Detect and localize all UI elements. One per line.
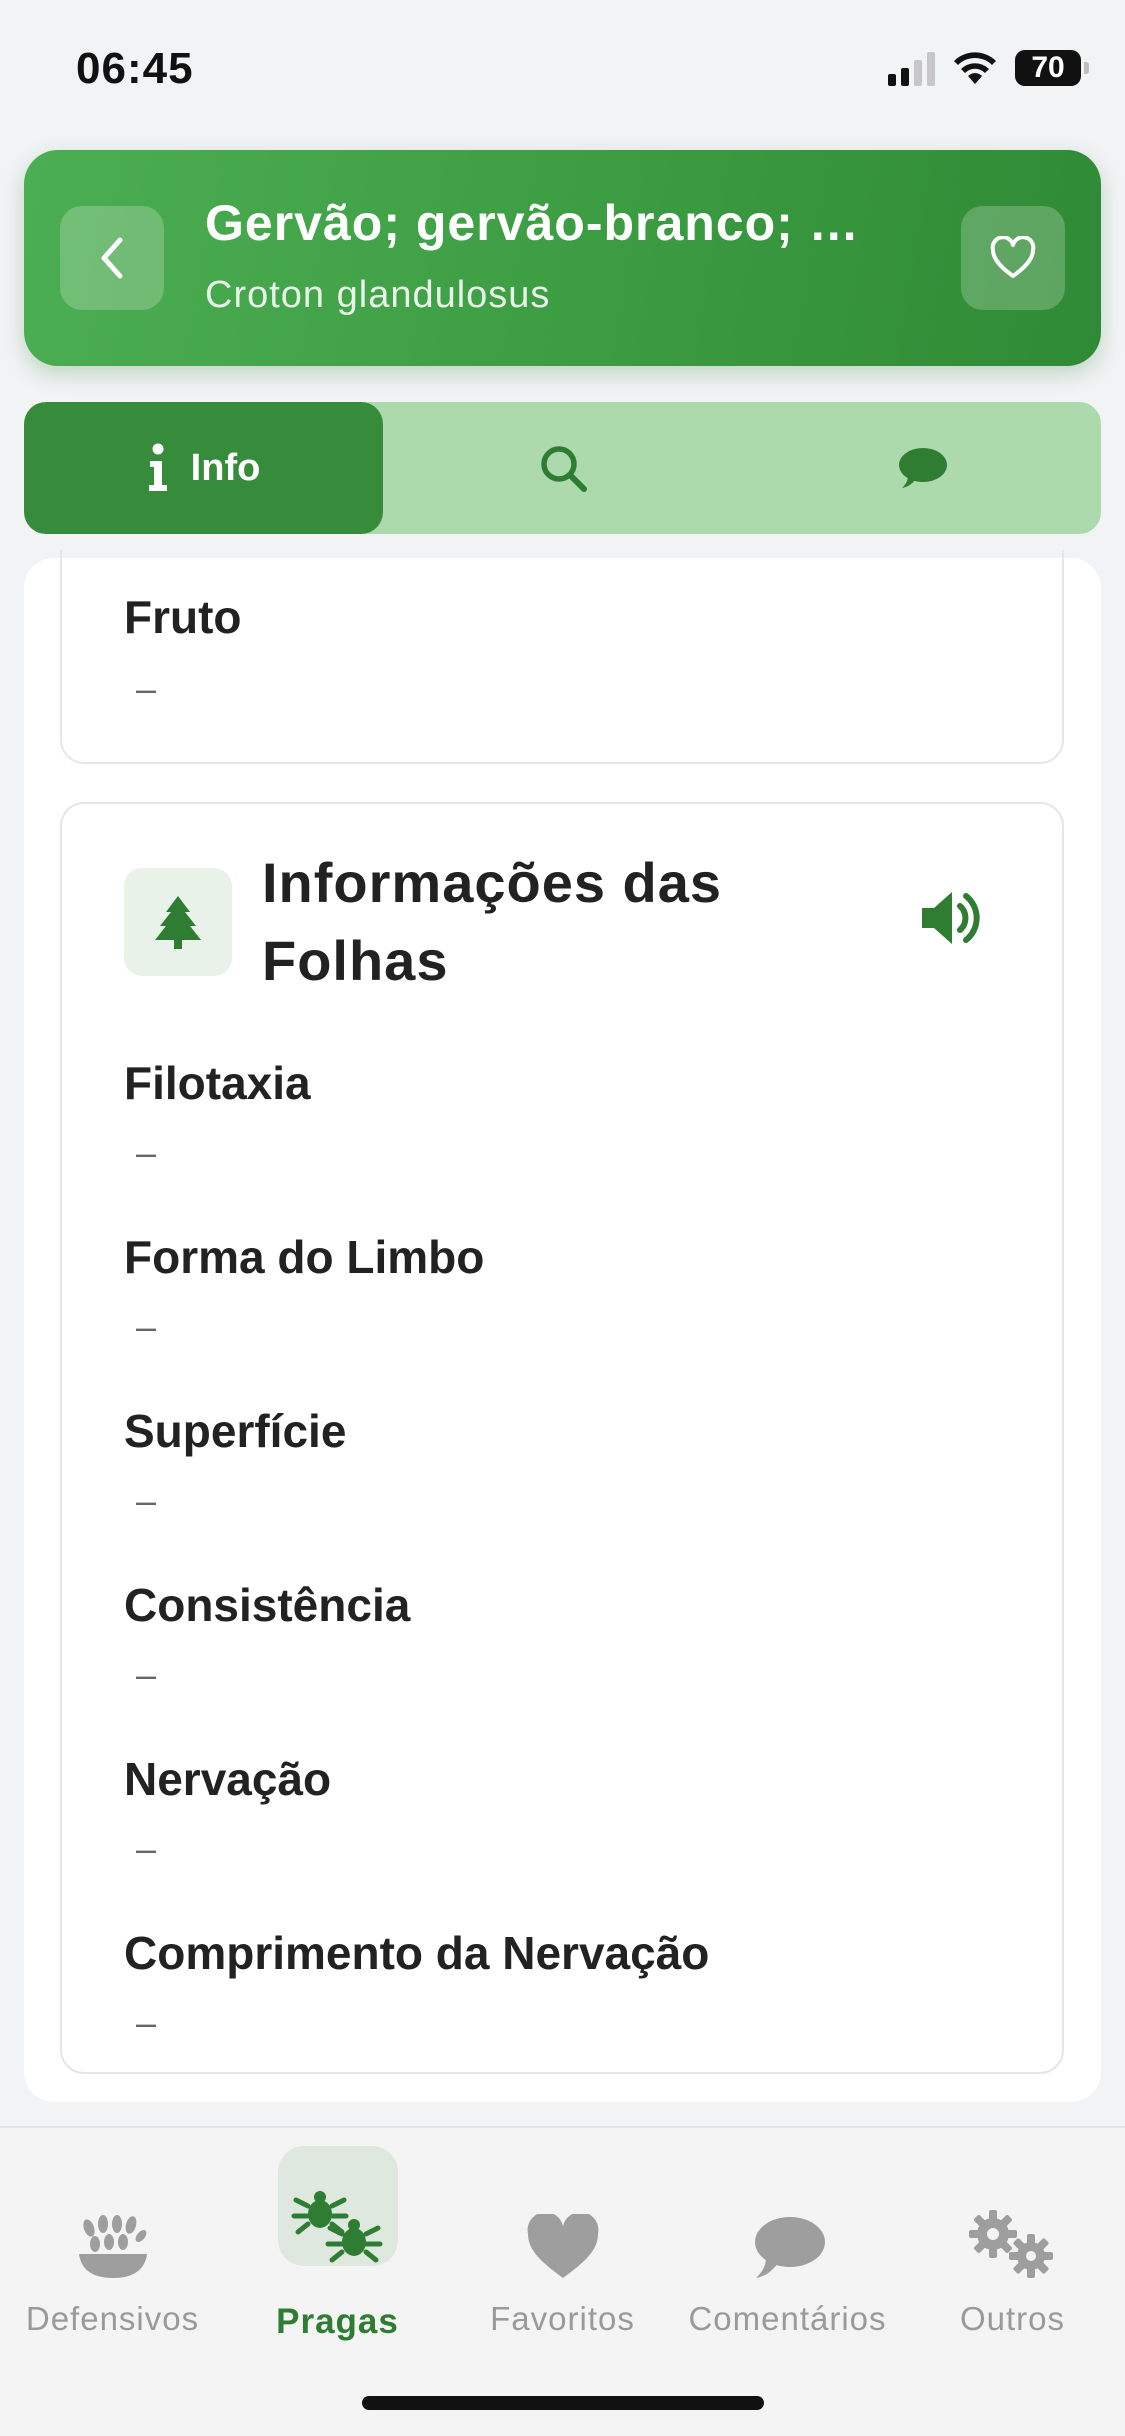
field-label-superficie: Superfície (124, 1405, 347, 1457)
search-icon (540, 446, 587, 492)
nav-item-outros[interactable]: Outros (900, 2128, 1125, 2348)
tab-info[interactable]: Info (24, 402, 383, 534)
field-label-nervacao: Nervação (124, 1753, 332, 1805)
nav-item-defensivos[interactable]: Defensivos (0, 2128, 225, 2348)
field-value-filotaxia: – (136, 1132, 157, 1173)
nav-label-outros: Outros (959, 2300, 1066, 2337)
fruit-card: Fruto – (60, 550, 1064, 764)
wifi-icon (954, 52, 996, 84)
nav-item-pragas[interactable]: Pragas (225, 2128, 450, 2348)
gears-icon (968, 2210, 1053, 2278)
home-indicator (362, 2396, 764, 2410)
field-value-forma-do-limbo: – (136, 1306, 157, 1347)
nav-label-comentarios: Comentários (688, 2300, 887, 2337)
field-value-consistencia: – (136, 1654, 157, 1695)
page-subtitle: Croton glandulosus (205, 274, 551, 316)
tab-comments[interactable] (742, 402, 1101, 534)
header-bar: Gervão; gervão-branco; … Croton glandulo… (24, 150, 1101, 366)
comment-icon (898, 448, 947, 488)
favorite-button[interactable] (961, 206, 1065, 310)
back-button[interactable] (60, 206, 164, 310)
chevron-left-icon (101, 237, 123, 279)
battery-icon: 70 (1015, 50, 1089, 86)
field-value-nervacao: – (136, 1828, 157, 1869)
field-label-comprimento-da-nervacao: Comprimento da Nervação (124, 1927, 710, 1979)
card-icon (124, 868, 232, 976)
bottom-nav: Defensivos Pragas Favoritos Comentários … (0, 2126, 1125, 2436)
field-value-comprimento-da-nervacao: – (136, 2002, 157, 2043)
nav-item-favoritos[interactable]: Favoritos (450, 2128, 675, 2348)
heart-outline-icon (990, 236, 1036, 278)
status-time: 06:45 (76, 44, 194, 93)
page-title: Gervão; gervão-branco; … (205, 195, 860, 251)
battery-level: 70 (1031, 51, 1065, 84)
field-label-filotaxia: Filotaxia (124, 1057, 311, 1109)
tab-info-label: Info (190, 446, 261, 489)
field-value-superficie: – (136, 1480, 157, 1521)
signal-icon (888, 50, 935, 86)
nav-item-comentarios[interactable]: Comentários (675, 2128, 900, 2348)
nav-label-pragas: Pragas (276, 2302, 399, 2341)
speak-button[interactable] (918, 888, 982, 953)
nav-label-favoritos: Favoritos (490, 2300, 635, 2337)
tab-search[interactable] (383, 402, 742, 534)
comment-icon (754, 2217, 825, 2278)
seeds-icon (78, 2215, 147, 2278)
field-label-forma-do-limbo: Forma do Limbo (124, 1231, 485, 1283)
field-value-fruto: – (136, 668, 157, 709)
info-icon (148, 443, 167, 491)
bugs-icon (291, 2191, 382, 2263)
field-label-consistencia: Consistência (124, 1579, 411, 1631)
speaker-icon (922, 892, 980, 944)
nav-label-defensivos: Defensivos (25, 2300, 200, 2337)
field-label-fruto: Fruto (124, 591, 242, 643)
heart-icon (527, 2214, 598, 2278)
tree-icon (155, 896, 201, 949)
content-panel: Fruto – Informações das Folhas Filotaxia… (24, 550, 1101, 2102)
status-icons: 70 (888, 48, 1089, 88)
tab-bar: Info (24, 402, 1101, 534)
leaves-info-card: Informações das Folhas Filotaxia – Forma… (60, 802, 1064, 2074)
card-title: Informações das Folhas (262, 851, 723, 992)
